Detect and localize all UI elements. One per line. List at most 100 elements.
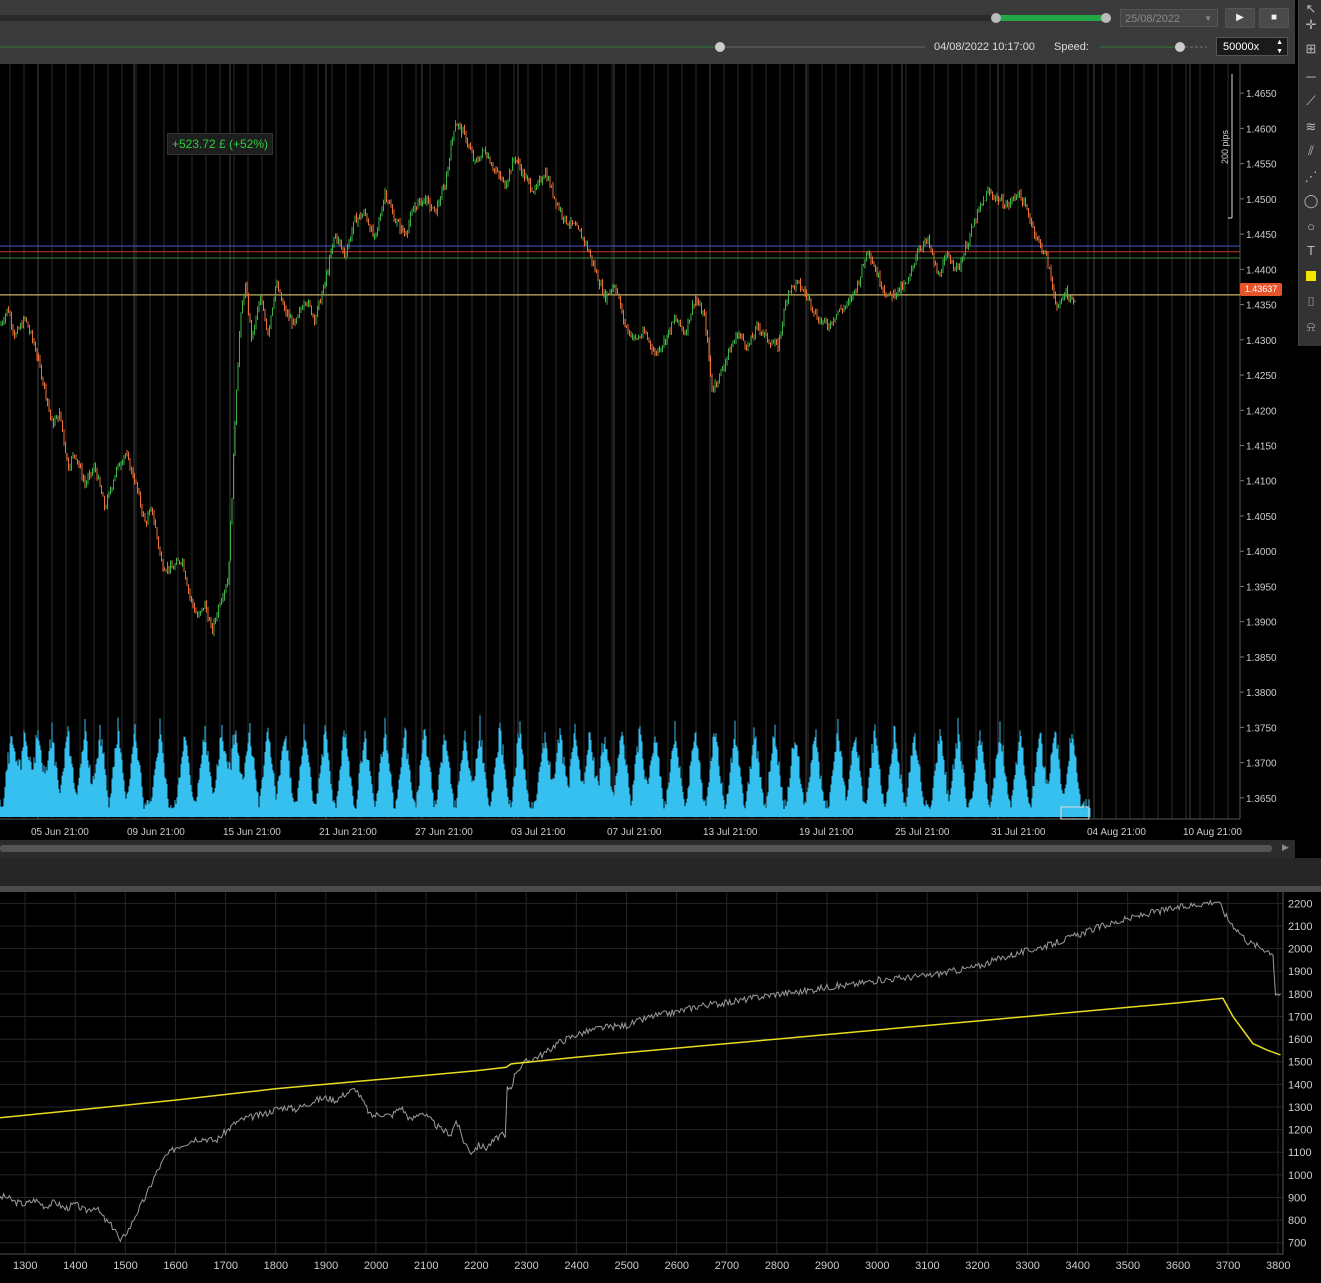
- y-tick-label: 1.3850: [1246, 653, 1277, 664]
- y-tick-label: 1.3750: [1246, 723, 1277, 734]
- y-tick-label: 1.4000: [1246, 547, 1277, 558]
- y-tick-label: 1100: [1288, 1147, 1312, 1159]
- stop-icon: ■: [1270, 12, 1278, 23]
- current-price-tag: 1.43637: [1240, 283, 1282, 296]
- x-tick-label: 2200: [464, 1260, 488, 1272]
- y-tick-label: 1300: [1288, 1102, 1312, 1114]
- end-date-select[interactable]: 25/08/2022 ▼: [1120, 9, 1218, 27]
- panel-gap: [0, 858, 1321, 886]
- x-tick-label: 1700: [214, 1260, 238, 1272]
- x-tick-label: 2600: [665, 1260, 689, 1272]
- fib-fan-icon[interactable]: ⋰: [1302, 168, 1320, 186]
- y-tick-label: 1.4250: [1246, 371, 1277, 382]
- horizontal-scrollbar[interactable]: ▶: [0, 840, 1295, 858]
- x-tick-label: 2000: [364, 1260, 388, 1272]
- x-tick-label: 15 Jun 21:00: [223, 827, 281, 838]
- x-tick-label: 3300: [1015, 1260, 1039, 1272]
- y-tick-label: 1.4100: [1246, 477, 1277, 488]
- y-tick-label: 1500: [1288, 1057, 1312, 1069]
- trade-result-badge: +523.72 £ (+52%): [167, 133, 273, 155]
- timeline-handle[interactable]: [715, 42, 725, 52]
- trendline-icon[interactable]: ⟋: [1302, 92, 1320, 110]
- x-tick-label: 1300: [13, 1260, 37, 1272]
- y-tick-label: 2000: [1288, 944, 1312, 956]
- speed-handle[interactable]: [1175, 42, 1185, 52]
- zoom-icon[interactable]: ⊞: [1302, 40, 1320, 58]
- playback-toolbar: 25/08/2022 ▼ ▶ ■ 04/08/2022 10:17:00 Spe…: [0, 0, 1295, 64]
- color-swatch-icon[interactable]: [1302, 268, 1320, 286]
- x-tick-label: 1400: [63, 1260, 87, 1272]
- x-tick-label: 3500: [1116, 1260, 1140, 1272]
- x-tick-label: 3600: [1166, 1260, 1190, 1272]
- scrollbar-thumb[interactable]: [0, 845, 1272, 852]
- channel-icon[interactable]: ⫽: [1302, 142, 1320, 160]
- x-tick-label: 2700: [715, 1260, 739, 1272]
- progress-fill: [995, 15, 1107, 21]
- y-tick-label: 1.4400: [1246, 265, 1277, 276]
- x-tick-label: 3700: [1216, 1260, 1240, 1272]
- x-tick-label: 03 Jul 21:00: [511, 827, 566, 838]
- y-tick-label: 1400: [1288, 1079, 1312, 1091]
- alert-bell-icon[interactable]: ⍾: [1302, 318, 1320, 336]
- equity-chart: 1300 1400 1500 1600 1700 1800 1900 2000 2100 2200…: [0, 892, 1321, 1283]
- scroll-right-icon[interactable]: ▶: [1282, 842, 1289, 853]
- y-tick-label: 800: [1288, 1215, 1306, 1227]
- current-datetime: 04/08/2022 10:17:00: [934, 41, 1035, 53]
- speed-label: Speed:: [1054, 41, 1089, 53]
- x-tick-label: 04 Aug 21:00: [1087, 827, 1146, 838]
- current-price-value: 1.43637: [1244, 284, 1278, 294]
- y-tick-label: 1.4350: [1246, 301, 1277, 312]
- progress-track[interactable]: [0, 15, 1000, 21]
- x-tick-label: 3200: [965, 1260, 989, 1272]
- y-tick-label: 2100: [1288, 921, 1312, 933]
- x-tick-label: 1900: [314, 1260, 338, 1272]
- fibonacci-icon[interactable]: ≋: [1302, 118, 1320, 136]
- x-tick-label: 3800: [1266, 1260, 1290, 1272]
- progress-start-handle[interactable]: [991, 13, 1001, 23]
- x-tick-label: 21 Jun 21:00: [319, 827, 377, 838]
- y-tick-label: 1.4050: [1246, 512, 1277, 523]
- x-tick-label: 3100: [915, 1260, 939, 1272]
- x-tick-label: 2900: [815, 1260, 839, 1272]
- x-tick-label: 3000: [865, 1260, 889, 1272]
- x-tick-label: 2300: [514, 1260, 538, 1272]
- play-button[interactable]: ▶: [1225, 8, 1255, 28]
- text-icon[interactable]: T: [1302, 242, 1320, 260]
- y-tick-label: 1000: [1288, 1170, 1312, 1182]
- y-tick-label: 1.4550: [1246, 160, 1277, 171]
- horizontal-line-icon[interactable]: ─: [1302, 68, 1320, 86]
- y-tick-label: 1.3900: [1246, 618, 1277, 629]
- equity-line: [0, 899, 1281, 1243]
- drawing-toolbar: ↖ ✛ ⊞ ─ ⟋ ≋ ⫽ ⋰ ◯ ○ T ⌷ ⍾: [1298, 0, 1321, 346]
- y-tick-label: 1.4150: [1246, 442, 1277, 453]
- triangle-icon[interactable]: ○: [1302, 218, 1320, 236]
- y-tick-label: 1600: [1288, 1034, 1312, 1046]
- y-tick-label: 1.3800: [1246, 688, 1277, 699]
- speed-input[interactable]: 50000x ▲ ▼: [1216, 37, 1288, 56]
- progress-end-handle[interactable]: [1101, 13, 1111, 23]
- y-tick-label: 1700: [1288, 1011, 1312, 1023]
- ellipse-icon[interactable]: ◯: [1302, 192, 1320, 210]
- x-tick-label: 2800: [765, 1260, 789, 1272]
- y-tick-label: 1.3700: [1246, 759, 1277, 770]
- x-tick-label: 05 Jun 21:00: [31, 827, 89, 838]
- y-tick-label: 900: [1288, 1192, 1306, 1204]
- y-tick-label: 1900: [1288, 966, 1312, 978]
- x-tick-label: 2500: [614, 1260, 638, 1272]
- x-tick-label: 25 Jul 21:00: [895, 827, 950, 838]
- equity-chart-canvas: 1300 1400 1500 1600 1700 1800 1900 2000 2100 2200…: [0, 892, 1312, 1272]
- x-tick-label: 31 Jul 21:00: [991, 827, 1046, 838]
- price-chart[interactable]: 1.4650 1.4600 1.4550 1.4500 1.4450 1.4400 1.43…: [0, 64, 1290, 840]
- x-tick-label: 1500: [113, 1260, 137, 1272]
- camera-icon[interactable]: ⌷: [1302, 293, 1320, 311]
- y-tick-label: 1200: [1288, 1125, 1312, 1137]
- trade-result-text: +523.72 £ (+52%): [171, 137, 269, 151]
- price-chart-canvas: 1.4650 1.4600 1.4550 1.4500 1.4450 1.4400 1.43…: [0, 64, 1277, 838]
- stop-button[interactable]: ■: [1259, 8, 1289, 28]
- y-tick-label: 700: [1288, 1238, 1306, 1250]
- y-tick-label: 1.4450: [1246, 230, 1277, 241]
- y-tick-label: 1.4200: [1246, 406, 1277, 417]
- crosshair-icon[interactable]: ✛: [1302, 16, 1320, 34]
- chevron-down-icon: ▼: [1204, 14, 1212, 23]
- x-tick-label: 09 Jun 21:00: [127, 827, 185, 838]
